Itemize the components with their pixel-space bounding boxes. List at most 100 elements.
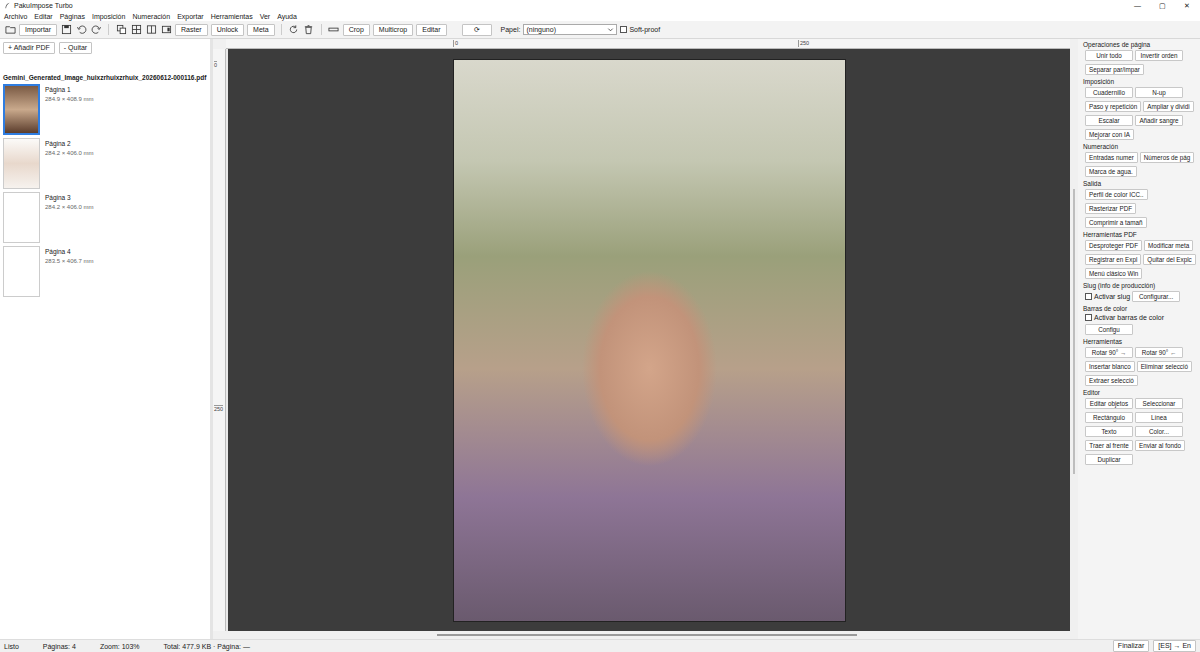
configure-button[interactable]: Configu: [1085, 324, 1133, 335]
save-icon[interactable]: [60, 24, 72, 36]
toolbar-button[interactable]: Meta: [247, 24, 275, 36]
language-button[interactable]: [ES] → En: [1153, 640, 1196, 652]
sidebar-button[interactable]: Unir todo: [1085, 50, 1133, 61]
sidebar-button[interactable]: Color...: [1135, 426, 1183, 437]
sidebar-button[interactable]: Comprimir a tamañ: [1085, 217, 1147, 228]
sidebar-section: Herramientas PDF Desproteger PDFModifica…: [1083, 231, 1197, 279]
ruler-tick: 250: [214, 405, 223, 413]
sidebar-button[interactable]: Mejorar con IA: [1085, 129, 1134, 140]
sidebar-scrollbar[interactable]: [1070, 39, 1078, 639]
sidebar-button[interactable]: Extraer selecció: [1085, 375, 1138, 386]
menu-item[interactable]: Ayuda: [277, 13, 297, 20]
ruler-icon[interactable]: [328, 24, 340, 36]
configure-button[interactable]: Configurar...: [1132, 291, 1180, 302]
section-title: Barras de color: [1083, 305, 1197, 312]
menu-item[interactable]: Herramientas: [211, 13, 253, 20]
grid-icon[interactable]: [130, 24, 142, 36]
sidebar-button[interactable]: Rotar 90° ←: [1135, 347, 1183, 358]
refresh-button[interactable]: ⟳: [462, 24, 492, 36]
sidebar-button[interactable]: Línea: [1135, 412, 1183, 423]
sidebar-button[interactable]: Texto: [1085, 426, 1133, 437]
sidebar-button[interactable]: Modificar meta: [1144, 240, 1193, 251]
sidebar-button[interactable]: Rotar 90° →: [1085, 347, 1133, 358]
add-pdf-button[interactable]: + Añadir PDF: [3, 42, 55, 54]
menu-item[interactable]: Páginas: [60, 13, 85, 20]
horizontal-scrollbar[interactable]: [226, 631, 1070, 639]
window-title: PakuImpose Turbo: [14, 2, 73, 9]
sidebar-button[interactable]: Insertar blanco: [1085, 361, 1135, 372]
page-canvas[interactable]: [228, 49, 1070, 631]
sidebar: Operaciones de página Unir todoInvertir …: [1078, 39, 1200, 639]
softproof-checkbox[interactable]: Soft-proof: [620, 26, 660, 33]
redo-icon[interactable]: [90, 24, 102, 36]
section-title: Salida: [1083, 180, 1197, 187]
sidebar-button[interactable]: Enviar al fondo: [1135, 440, 1185, 451]
sidebar-button[interactable]: Seleccionar: [1135, 398, 1183, 409]
panel-icon[interactable]: [160, 24, 172, 36]
sidebar-button[interactable]: Eliminar selecció: [1137, 361, 1192, 372]
toolbar-button[interactable]: Unlock: [211, 24, 244, 36]
sidebar-button[interactable]: Paso y repetición: [1085, 101, 1141, 112]
toolbar-button[interactable]: Editar: [416, 24, 446, 36]
menu-item[interactable]: Imposición: [92, 13, 125, 20]
sidebar-button[interactable]: Cuadernillo: [1085, 87, 1133, 98]
sidebar-button[interactable]: Editar objetos: [1085, 398, 1133, 409]
sidebar-button[interactable]: Números de pág: [1140, 152, 1195, 163]
sidebar-button[interactable]: Traer al frente: [1085, 440, 1133, 451]
sidebar-button[interactable]: Marca de agua.: [1085, 166, 1137, 177]
sidebar-button[interactable]: Registrar en Expl: [1085, 254, 1141, 265]
rotate-icon[interactable]: [288, 24, 300, 36]
menu-item[interactable]: Ver: [260, 13, 271, 20]
sidebar-button[interactable]: Quitar del Explc: [1143, 254, 1195, 265]
status-bar: ListoPáginas: 4Zoom: 103%Total: 477.9 KB…: [0, 639, 1200, 652]
page-item[interactable]: Página 2 284.2 × 406.0 mm: [3, 138, 207, 189]
sidebar-button[interactable]: Invertir orden: [1135, 50, 1183, 61]
menu-item[interactable]: Editar: [34, 13, 52, 20]
sidebar-button[interactable]: Menú clásico Win: [1085, 268, 1142, 279]
ruler-tick: 0: [453, 40, 458, 47]
page-item[interactable]: Página 1 284.9 × 408.9 mm: [3, 84, 207, 135]
import-button[interactable]: Importar: [19, 24, 57, 36]
window-control[interactable]: ▢: [1159, 2, 1166, 10]
menu-item[interactable]: Numeración: [132, 13, 170, 20]
book-icon[interactable]: [145, 24, 157, 36]
sidebar-button[interactable]: Rasterizar PDF: [1085, 203, 1136, 214]
paper-select[interactable]: (ninguno): [523, 24, 617, 35]
ruler-tick: 250: [798, 40, 809, 47]
sidebar-section: Operaciones de página Unir todoInvertir …: [1083, 41, 1197, 75]
sidebar-button[interactable]: Desproteger PDF: [1085, 240, 1142, 251]
toolbar-button[interactable]: Multicrop: [373, 24, 413, 36]
sidebar-button[interactable]: Separar par/impar: [1085, 64, 1144, 75]
scrollbar-thumb[interactable]: [437, 634, 857, 636]
sidebar-section: Imposición CuadernilloN-upPaso y repetic…: [1083, 78, 1197, 140]
file-panel: + Añadir PDF - Quitar Gemini_Generated_I…: [0, 39, 210, 639]
sidebar-button[interactable]: N-up: [1135, 87, 1183, 98]
menu-item[interactable]: Exportar: [177, 13, 203, 20]
page-label: Página 2: [45, 140, 94, 147]
finish-button[interactable]: Finalizar: [1113, 640, 1149, 652]
open-folder-icon[interactable]: [4, 24, 16, 36]
sidebar-button[interactable]: Ampliar y dividi: [1143, 101, 1193, 112]
sidebar-button[interactable]: Escalar: [1085, 115, 1133, 126]
page-thumbnail: [3, 192, 40, 243]
sidebar-button[interactable]: Entradas numer: [1085, 152, 1138, 163]
menu-item[interactable]: Archivo: [4, 13, 27, 20]
window-control[interactable]: —: [1134, 2, 1141, 10]
duplicate-icon[interactable]: [115, 24, 127, 36]
sidebar-button[interactable]: Duplicar: [1085, 454, 1133, 465]
remove-button[interactable]: - Quitar: [59, 42, 92, 54]
page-item[interactable]: Página 3 284.2 × 406.0 mm: [3, 192, 207, 243]
section-checkbox[interactable]: Activar barras de color: [1085, 314, 1164, 321]
page-item[interactable]: Página 4 283.5 × 406.7 mm: [3, 246, 207, 297]
toolbar-button[interactable]: Raster: [175, 24, 208, 36]
sidebar-button[interactable]: Perfil de color ICC..: [1085, 189, 1148, 200]
sidebar-button[interactable]: Añadir sangre: [1135, 115, 1183, 126]
undo-icon[interactable]: [75, 24, 87, 36]
trash-icon[interactable]: [303, 24, 315, 36]
section-checkbox[interactable]: Activar slug: [1085, 293, 1130, 300]
sidebar-button[interactable]: Rectángulo: [1085, 412, 1133, 423]
toolbar-button[interactable]: Crop: [343, 24, 370, 36]
window-control[interactable]: ✕: [1184, 2, 1190, 10]
page-size: 284.2 × 406.0 mm: [45, 150, 94, 156]
section-title: Editor: [1083, 389, 1197, 396]
